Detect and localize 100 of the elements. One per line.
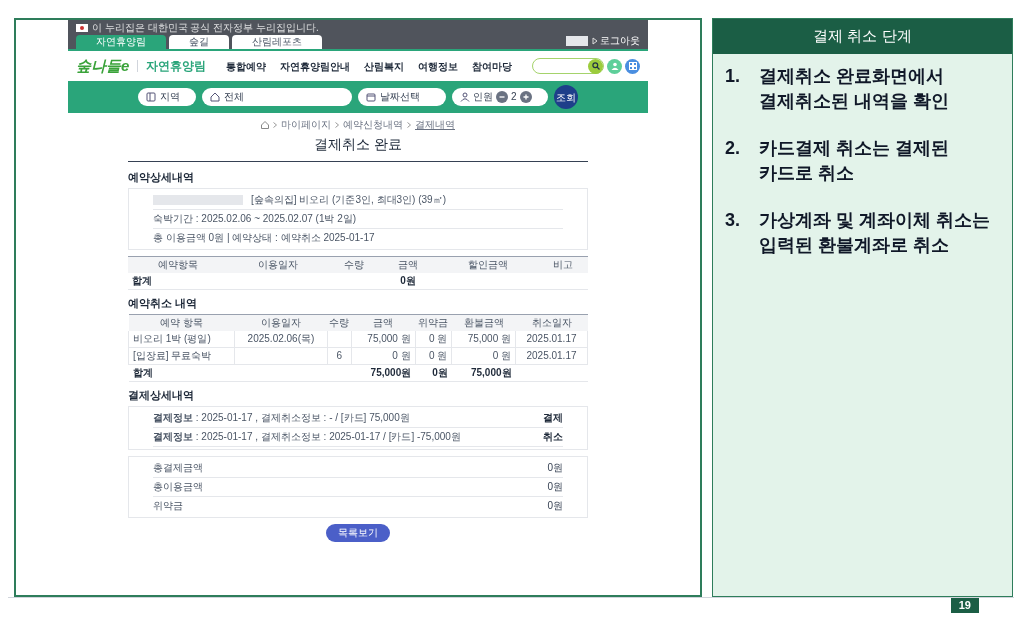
redacted-box xyxy=(566,36,588,46)
column-header: 위약금 xyxy=(415,314,452,331)
nav-link[interactable]: 참여마당 xyxy=(472,58,513,74)
step-text: 결제취소된 내역을 확인 xyxy=(759,89,949,113)
flag-icon xyxy=(76,24,88,32)
column-header: 수량 xyxy=(327,314,352,331)
step-text: 카드로 취소 xyxy=(759,161,855,185)
section-heading: 예약상세내역 xyxy=(128,170,195,184)
section-heading: 결제상세내역 xyxy=(128,388,195,402)
payment-status: 결제 xyxy=(543,412,563,424)
search-submit-button[interactable]: 조회 xyxy=(554,85,578,109)
nav-link[interactable]: 여행정보 xyxy=(418,58,459,74)
payment-status: 취소 xyxy=(543,431,563,443)
room-name: [숲속의집] 비오리 (기준3인, 최대3인) (39㎡) xyxy=(251,194,446,206)
table-cell: 6 xyxy=(327,347,352,365)
minus-icon xyxy=(499,94,505,100)
column-header: 할인금액 xyxy=(437,256,538,273)
step-number: 2. xyxy=(725,136,741,160)
site-section-title: 자연휴양림 xyxy=(146,58,207,75)
logout-icon xyxy=(592,37,598,45)
breadcrumb-link[interactable]: 마이페이지 xyxy=(281,119,331,131)
table-cell: 75,000원 xyxy=(351,364,416,382)
payment-info: 결제정보 : 2025-01-17 , 결제취소정보 : 2025-01-17 / [카드] -75,000원 xyxy=(153,431,461,443)
table-cell: 0 원 xyxy=(451,347,516,365)
gov-notice: 이 누리집은 대한민국 공식 전자정부 누리집입니다. xyxy=(92,22,319,34)
page-number: 19 xyxy=(950,598,979,613)
nav-link[interactable]: 자연휴양림안내 xyxy=(280,58,351,74)
table-cell: 0원 xyxy=(378,273,438,290)
guest-label: 인원 xyxy=(473,91,493,103)
table-cell: 합계 xyxy=(128,273,229,290)
table-cell: [입장료] 무료숙박 xyxy=(128,347,235,365)
guest-field[interactable]: 인원 2 xyxy=(452,88,548,106)
table-cell: 비오리 1박 (평일) xyxy=(128,331,235,348)
chevron-icon xyxy=(273,122,277,128)
logout-link[interactable]: 로그아웃 xyxy=(592,35,640,47)
site-tab[interactable]: 숲길 xyxy=(169,35,229,49)
facility-field[interactable]: 전체 xyxy=(202,88,352,106)
chevron-icon xyxy=(407,122,411,128)
increase-button[interactable] xyxy=(519,91,532,103)
search-icon xyxy=(591,62,600,70)
table-cell: 0원 xyxy=(415,364,452,382)
summary-value: 0원 xyxy=(547,462,563,474)
region-field[interactable]: 지역 xyxy=(138,88,196,106)
step-number: 3. xyxy=(725,208,741,232)
column-header: 이용일자 xyxy=(228,256,329,273)
table-cell: 0 원 xyxy=(415,331,452,348)
summary-value: 0원 xyxy=(547,481,563,493)
panel-title: 결제 취소 단계 xyxy=(713,19,1012,54)
detail-text: 숙박기간 : 2025.02.06 ~ 2025.02.07 (1박 2일) xyxy=(153,210,563,229)
summary-label: 총결제금액 xyxy=(153,462,203,474)
summary-label: 총이용금액 xyxy=(153,481,203,493)
list-button[interactable]: 목록보기 xyxy=(326,524,390,542)
table-cell: 75,000 원 xyxy=(351,331,416,348)
region-icon xyxy=(146,92,156,102)
section-heading: 예약취소 내역 xyxy=(128,296,199,310)
table-cell: 2025.01.17 xyxy=(515,331,588,348)
decrease-button[interactable] xyxy=(496,91,508,103)
step-text: 카드결제 취소는 결제된 xyxy=(759,136,949,160)
person-icon xyxy=(460,92,470,102)
chevron-icon xyxy=(335,122,339,128)
guest-count: 2 xyxy=(511,91,517,103)
column-header: 취소일자 xyxy=(515,314,588,331)
home-icon xyxy=(210,92,220,102)
column-header: 비고 xyxy=(537,256,588,273)
column-header: 금액 xyxy=(351,314,416,331)
summary-value: 0원 xyxy=(547,500,563,512)
step-text: 결제취소 완료화면에서 xyxy=(759,64,945,88)
grid-icon xyxy=(628,62,637,70)
table-cell: 합계 xyxy=(128,364,235,382)
column-header: 환불금액 xyxy=(451,314,516,331)
column-header: 수량 xyxy=(328,256,379,273)
column-header: 금액 xyxy=(378,256,438,273)
plus-icon xyxy=(522,94,529,100)
breadcrumb-link[interactable]: 결제내역 xyxy=(415,119,455,131)
table-cell: 0 원 xyxy=(415,347,452,365)
column-header: 이용일자 xyxy=(234,314,328,331)
breadcrumb-link[interactable]: 예약신청내역 xyxy=(343,119,403,131)
table-cell: 0 원 xyxy=(351,347,416,365)
summary-label: 위약금 xyxy=(153,500,183,512)
nav-link[interactable]: 통합예약 xyxy=(226,58,267,74)
table-cell: 2025.01.17 xyxy=(515,347,588,365)
date-icon xyxy=(366,92,376,102)
step-text: 가상계좌 및 계좌이체 취소는 xyxy=(759,208,990,232)
nav-link[interactable]: 산림복지 xyxy=(364,58,405,74)
step-number: 1. xyxy=(725,64,741,88)
search-button[interactable] xyxy=(588,58,603,74)
menu-button[interactable] xyxy=(625,58,640,74)
column-header: 예약항목 xyxy=(128,256,229,273)
user-icon xyxy=(610,62,619,70)
date-field[interactable]: 날짜선택 xyxy=(358,88,446,106)
site-tab[interactable]: 산림레포츠 xyxy=(232,35,322,49)
table-cell: 75,000원 xyxy=(451,364,516,382)
step-text: 입력된 환불계좌로 취소 xyxy=(759,233,950,257)
page-title: 결제취소 완료 xyxy=(313,135,403,153)
detail-text: 총 이용금액 0원 | 예약상태 : 예약취소 2025-01-17 xyxy=(153,231,376,245)
table-cell: 75,000 원 xyxy=(451,331,516,348)
column-header: 예약 항목 xyxy=(128,314,235,331)
table-cell: 2025.02.06(목) xyxy=(234,331,328,348)
home-icon xyxy=(261,121,269,129)
payment-info: 결제정보 : 2025-01-17 , 결제취소정보 : - / [카드] 75,000원 xyxy=(153,412,410,424)
